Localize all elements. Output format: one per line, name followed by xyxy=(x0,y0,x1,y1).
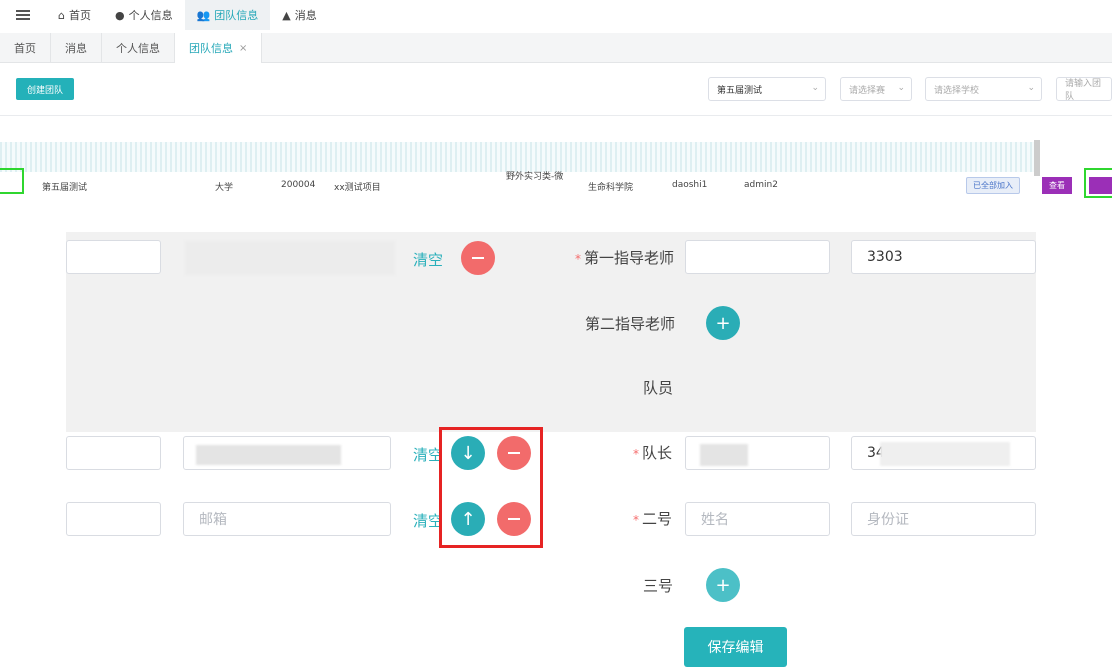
blurred-field xyxy=(196,445,341,465)
save-edit-button[interactable]: 保存编辑 xyxy=(684,627,787,667)
track-select[interactable]: 请选择赛 ⌄ xyxy=(840,77,912,101)
blurred-field xyxy=(880,442,1010,466)
session-select[interactable]: 第五届测试 ⌄ xyxy=(708,77,826,101)
tab-profile[interactable]: 个人信息 xyxy=(102,33,175,63)
cell-school: 大学 xyxy=(215,183,234,193)
first-teacher-label-text: 第一指导老师 xyxy=(584,249,675,267)
plus-icon: + xyxy=(715,574,731,596)
second-name-input[interactable]: 姓名 xyxy=(685,502,830,536)
highlight-box xyxy=(439,427,543,548)
clear-link[interactable]: 清空 xyxy=(413,249,443,270)
required-mark: * xyxy=(633,513,639,527)
school-select-placeholder: 请选择学校 xyxy=(934,85,980,96)
scrollbar[interactable] xyxy=(1034,140,1040,176)
tab-messages[interactable]: 消息 xyxy=(51,33,102,63)
left-input-3[interactable] xyxy=(66,502,161,536)
nav-profile-label: 个人信息 xyxy=(128,9,173,22)
view-button[interactable]: 查看 xyxy=(1042,177,1072,194)
second-id-input[interactable]: 身份证 xyxy=(851,502,1036,536)
cell-teacher: daoshi1 xyxy=(672,180,708,190)
required-mark: * xyxy=(633,447,639,461)
close-icon[interactable]: × xyxy=(239,43,247,54)
first-teacher-label: * 第一指导老师 xyxy=(575,247,674,268)
tab-bar: 首页 消息 个人信息 团队信息 × xyxy=(0,33,1112,63)
third-label: 三号 xyxy=(643,577,674,595)
tab-home[interactable]: 首页 xyxy=(0,33,51,63)
top-navigation: ⌂ 首页 ● 个人信息 👥 团队信息 ▲ 消息 xyxy=(0,0,1112,30)
highlight-frame xyxy=(0,168,24,194)
left-input-2[interactable] xyxy=(66,436,161,470)
cell-team-no: 200004 xyxy=(281,180,316,190)
tab-profile-label: 个人信息 xyxy=(116,42,160,55)
first-teacher-name-input[interactable] xyxy=(685,240,830,274)
nav-messages[interactable]: ▲ 消息 xyxy=(270,0,328,30)
required-mark: * xyxy=(575,252,581,266)
tab-team[interactable]: 团队信息 × xyxy=(175,33,263,63)
second-email-input[interactable]: 邮箱 xyxy=(183,502,391,536)
left-input-1[interactable] xyxy=(66,240,161,274)
highlight-frame xyxy=(1084,168,1112,198)
cell-member: admin2 xyxy=(744,180,778,190)
status-badge: 已全部加入 xyxy=(966,177,1020,194)
session-select-value: 第五届测试 xyxy=(717,85,763,96)
cell-project: xx测试项目 xyxy=(334,183,381,193)
plus-icon: + xyxy=(715,312,731,334)
second-label-text: 二号 xyxy=(642,510,673,528)
second-label: * 二号 xyxy=(633,508,672,529)
id-placeholder: 身份证 xyxy=(867,512,909,528)
blurred-field xyxy=(700,444,748,466)
tab-messages-label: 消息 xyxy=(65,42,87,55)
captain-label: * 队长 xyxy=(633,442,672,463)
divider xyxy=(0,115,1112,116)
school-select[interactable]: 请选择学校 ⌄ xyxy=(925,77,1042,101)
team-table: 第五届测试 大学 200004 xx测试项目 野外实习类-微 生命科学院 dao… xyxy=(0,118,1112,218)
remove-button[interactable] xyxy=(461,241,495,275)
toolbar: 创建团队 第五届测试 ⌄ 请选择赛 ⌄ 请选择学校 ⌄ 请输入团队 xyxy=(0,64,1112,114)
home-icon: ⌂ xyxy=(58,8,65,22)
nav-home-label: 首页 xyxy=(68,9,91,22)
create-team-button[interactable]: 创建团队 xyxy=(16,78,75,100)
captain-label-text: 队长 xyxy=(642,444,673,462)
search-input[interactable]: 请输入团队 xyxy=(1056,77,1112,101)
second-teacher-label: 第二指导老师 xyxy=(585,315,676,333)
user-icon: ● xyxy=(114,8,125,22)
add-second-teacher-button[interactable]: + xyxy=(706,306,740,340)
cell-category: 野外实习类-微 xyxy=(506,172,564,182)
chevron-down-icon: ⌄ xyxy=(1027,83,1035,93)
blurred-field xyxy=(185,241,395,275)
chevron-down-icon: ⌄ xyxy=(897,83,905,93)
first-teacher-id-value: 3303 xyxy=(867,249,903,265)
nav-team[interactable]: 👥 团队信息 xyxy=(184,0,271,30)
add-third-button[interactable]: + xyxy=(706,568,740,602)
nav-home[interactable]: ⌂ 首页 xyxy=(46,0,103,30)
name-placeholder: 姓名 xyxy=(701,512,729,528)
email-placeholder: 邮箱 xyxy=(199,512,227,528)
tab-team-label: 团队信息 xyxy=(189,42,233,55)
bell-icon: ▲ xyxy=(282,8,291,22)
search-input-placeholder: 请输入团队 xyxy=(1065,79,1102,101)
cell-session: 第五届测试 xyxy=(42,183,88,193)
nav-team-label: 团队信息 xyxy=(214,9,259,22)
track-select-placeholder: 请选择赛 xyxy=(849,85,886,96)
team-icon: 👥 xyxy=(196,8,211,22)
menu-icon[interactable] xyxy=(0,0,46,30)
first-teacher-id-input[interactable]: 3303 xyxy=(851,240,1036,274)
table-header xyxy=(0,142,1040,172)
members-label: 队员 xyxy=(643,379,674,397)
table-row: 第五届测试 大学 200004 xx测试项目 野外实习类-微 生命科学院 dao… xyxy=(0,172,1040,197)
minus-icon xyxy=(472,257,484,259)
nav-profile[interactable]: ● 个人信息 xyxy=(103,0,185,30)
chevron-down-icon: ⌄ xyxy=(811,83,819,93)
cell-college: 生命科学院 xyxy=(588,183,634,193)
tab-home-label: 首页 xyxy=(14,42,36,55)
nav-messages-label: 消息 xyxy=(294,9,317,22)
